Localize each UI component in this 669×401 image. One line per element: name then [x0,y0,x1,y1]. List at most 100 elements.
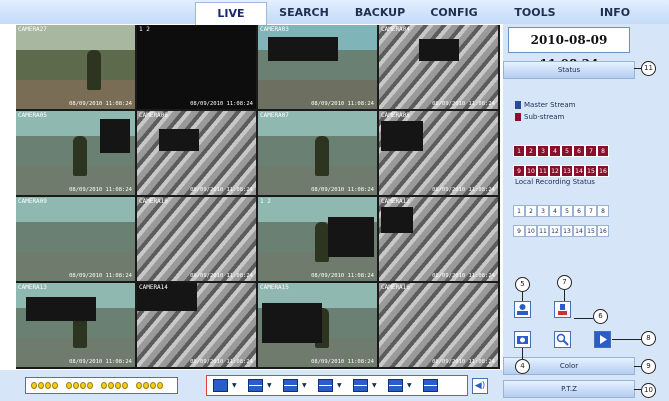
camera-tile-4[interactable]: CAMERA04 08/09/2010 11:08:24 [379,25,498,109]
layout-4-icon[interactable] [248,379,263,392]
camera-tile-15[interactable]: CAMERA15 08/09/2010 11:08:24 [258,283,377,367]
camera-timestamp: 08/09/2010 11:08:24 [432,101,495,107]
master-stream-swatch [515,101,521,109]
camera-name: 1 2 [139,26,150,33]
camera-tile-7[interactable]: CAMERA07 08/09/2010 11:08:24 [258,111,377,195]
camera-name: CAMERA06 [139,112,168,119]
camera-timestamp: 08/09/2010 11:08:24 [69,187,132,193]
play-icon[interactable] [594,331,611,348]
channel-status: 11 [537,165,549,177]
status-bar[interactable]: Status [503,61,635,79]
camera-name: CAMERA09 [18,198,47,205]
tab-backup[interactable]: BACKUP [345,2,415,24]
chevron-down-icon[interactable]: ▼ [372,382,377,389]
tab-info[interactable]: INFO [580,2,650,24]
chevron-down-icon[interactable]: ▼ [267,382,272,389]
camera-tile-8[interactable]: CAMERA08 08/09/2010 11:08:24 [379,111,498,195]
camera-name: CAMERA07 [260,112,289,119]
record-status: 6 [573,205,585,217]
speaker-icon[interactable]: ◀) [472,378,488,394]
channel-status: 7 [585,145,597,157]
record-status: 3 [537,205,549,217]
tab-tools[interactable]: TOOLS [500,2,570,24]
record-status: 10 [525,225,537,237]
camera-tile-1[interactable]: CAMERA27 08/09/2010 11:08:24 [16,25,135,109]
layout-13-icon[interactable] [388,379,403,392]
callout-10: 10 [641,383,656,398]
channel-led [136,382,142,389]
legend-master-label: Master Stream [524,101,576,109]
callout-11: 11 [641,61,656,76]
channel-led [157,382,163,389]
channel-status: 8 [597,145,609,157]
camera-name: CAMERA14 [139,284,168,291]
record-icon[interactable] [514,301,531,318]
tab-search[interactable]: SEARCH [269,2,339,24]
layout-selector: ▼ ▼ ▼ ▼ ▼ ▼ [206,375,468,396]
chevron-down-icon[interactable]: ▼ [232,382,237,389]
camera-timestamp: 08/09/2010 11:08:24 [190,359,253,365]
camera-tile-14[interactable]: CAMERA14 08/09/2010 11:08:24 [137,283,256,367]
chevron-down-icon[interactable]: ▼ [407,382,412,389]
camera-tile-5[interactable]: CAMERA05 08/09/2010 11:08:24 [16,111,135,195]
record-status: 11 [537,225,549,237]
tab-live[interactable]: LIVE [195,2,267,25]
channel-led [115,382,121,389]
sub-stream-swatch [515,113,521,121]
camera-tile-9[interactable]: CAMERA09 08/09/2010 11:08:24 [16,197,135,281]
layout-9-icon[interactable] [353,379,368,392]
camera-tile-13[interactable]: CAMERA13 08/09/2010 11:08:24 [16,283,135,367]
camera-tile-6[interactable]: CAMERA06 08/09/2010 11:08:24 [137,111,256,195]
channel-status: 1 [513,145,525,157]
alarm-icon[interactable] [554,301,571,318]
record-status: 13 [561,225,573,237]
camera-name: CAMERA12 [381,198,410,205]
camera-name: CAMERA13 [18,284,47,291]
record-status: 16 [597,225,609,237]
ptz-bar[interactable]: P.T.Z [503,380,635,398]
channel-led [52,382,58,389]
channel-led [38,382,44,389]
camera-timestamp: 08/09/2010 11:08:24 [190,101,253,107]
chevron-down-icon[interactable]: ▼ [337,382,342,389]
stream-row-2: 9 10 11 12 13 14 15 16 [513,158,615,178]
record-status: 9 [513,225,525,237]
stream-row-1: 12345678 [513,138,615,158]
legend-sub-label: Sub-stream [524,113,565,121]
channel-led [122,382,128,389]
camera-timestamp: 08/09/2010 11:08:24 [69,101,132,107]
record-status: 4 [549,205,561,217]
layout-1-icon[interactable] [213,379,228,392]
channel-status: 13 [561,165,573,177]
datetime-display: 2010-08-09 11:08:24 [508,27,630,71]
camera-tile-3[interactable]: CAMERA03 08/09/2010 11:08:24 [258,25,377,109]
camera-timestamp: 08/09/2010 11:08:24 [311,359,374,365]
camera-name: CAMERA05 [18,112,47,119]
camera-tile-11[interactable]: 1 2 08/09/2010 11:08:24 [258,197,377,281]
layout-16-icon[interactable] [423,379,438,392]
camera-tile-12[interactable]: CAMERA12 08/09/2010 11:08:24 [379,197,498,281]
camera-timestamp: 08/09/2010 11:08:24 [432,359,495,365]
camera-timestamp: 08/09/2010 11:08:24 [69,273,132,279]
camera-name: CAMERA08 [381,112,410,119]
camera-tile-10[interactable]: CAMERA10 08/09/2010 11:08:24 [137,197,256,281]
layout-8-icon[interactable] [318,379,333,392]
chevron-down-icon[interactable]: ▼ [302,382,307,389]
callout-6: 6 [593,309,608,324]
camera-tile-2[interactable]: 1 2 08/09/2010 11:08:24 [137,25,256,109]
record-status: 2 [525,205,537,217]
layout-6-icon[interactable] [283,379,298,392]
channel-status: 4 [549,145,561,157]
channel-led-group [25,377,178,394]
legend-sub: Sub-stream [515,113,564,121]
tab-config[interactable]: CONFIG [419,2,489,24]
callout-4: 4 [515,359,530,374]
stream-status-grid: 12345678 9 10 11 12 13 14 15 16 [513,138,615,178]
camera-timestamp: 08/09/2010 11:08:24 [311,273,374,279]
camera-tile-16[interactable]: CAMERA16 08/09/2010 11:08:24 [379,283,498,367]
zoom-icon[interactable] [554,331,571,348]
record-status: 12 [549,225,561,237]
channel-led [80,382,86,389]
local-recording-title: Local Recording Status [515,178,595,186]
camera-icon[interactable] [514,331,531,348]
